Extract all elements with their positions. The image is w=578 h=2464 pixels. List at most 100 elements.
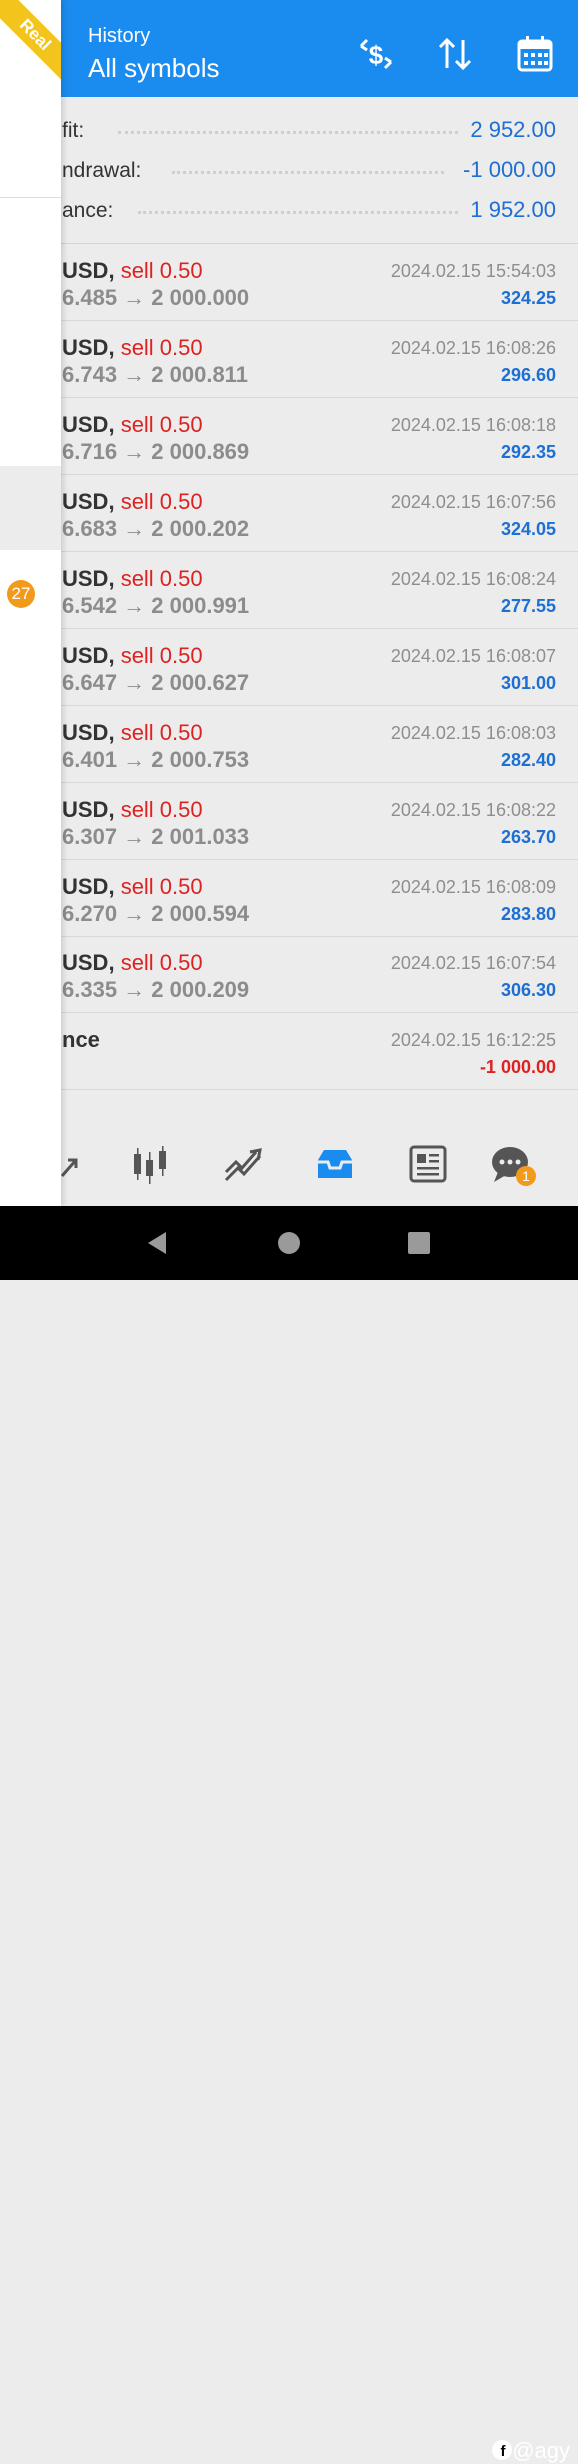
deal-row[interactable]: USD, sell 0.50 6.485 → 2 000.000 2024.02… (0, 244, 578, 321)
deal-type: sell 0.50 (120, 797, 203, 822)
dotted-leader (118, 131, 458, 137)
deal-date: 2024.02.15 16:07:56 (390, 492, 556, 512)
profit-label: fit: (62, 119, 85, 142)
watermark-text: @agy (512, 2438, 570, 2463)
deal-prices: 6.270 → 2 000.594 (62, 901, 250, 926)
calendar-icon[interactable] (515, 34, 555, 74)
chat-badge-count: 1 (522, 1168, 530, 1184)
deal-date: 2024.02.15 16:08:26 (390, 338, 556, 358)
withdrawal-value: -1 000.00 (463, 157, 556, 182)
deal-row[interactable]: USD, sell 0.50 6.542 → 2 000.991 2024.02… (0, 552, 578, 629)
facebook-watermark: f @agy (492, 2438, 570, 2464)
deal-row[interactable]: USD, sell 0.50 6.683 → 2 000.202 2024.02… (0, 475, 578, 552)
balance-label: ance: (62, 199, 114, 222)
deal-profit: 296.60 (500, 365, 556, 385)
drawer-divider (0, 197, 61, 198)
deal-profit: 282.40 (500, 750, 556, 770)
deal-prices: 6.716 → 2 000.869 (62, 439, 250, 464)
deal-date: 2024.02.15 16:08:18 (390, 415, 556, 435)
deal-profit: 324.25 (500, 288, 556, 308)
deal-symbol: USD, sell 0.50 (62, 643, 203, 668)
deal-type: sell 0.50 (120, 335, 203, 360)
deal-prices: 6.401 → 2 000.753 (62, 747, 250, 772)
balance-op-date: 2024.02.15 16:12:25 (390, 1030, 556, 1050)
balance-operation-row[interactable]: nce 2024.02.15 16:12:25 -1 000.00 (0, 1013, 578, 1090)
deal-prices: 6.335 → 2 000.209 (62, 977, 250, 1002)
top-app-bar: History All symbols $ (0, 0, 578, 97)
profit-row: fit: 2 952.00 (0, 111, 578, 151)
deal-type: sell 0.50 (120, 643, 203, 668)
balance-row: ance: 1 952.00 (0, 191, 578, 231)
deal-profit: 306.30 (500, 980, 556, 1000)
deal-symbol: USD, sell 0.50 (62, 335, 203, 360)
deal-date: 2024.02.15 16:08:09 (390, 877, 556, 897)
deal-type: sell 0.50 (120, 950, 203, 975)
deal-prices: 6.542 → 2 000.991 (62, 593, 250, 618)
dotted-leader (138, 211, 458, 217)
news-icon[interactable] (402, 1142, 452, 1186)
balance-op-label: nce (62, 1027, 100, 1052)
deal-prices: 6.647 → 2 000.627 (62, 670, 250, 695)
drawer-selected-item[interactable] (0, 466, 61, 550)
deal-prices: 6.743 → 2 000.811 (62, 362, 248, 387)
deal-date: 2024.02.15 16:08:24 (390, 569, 556, 589)
deal-row[interactable]: USD, sell 0.50 6.743 → 2 000.811 2024.02… (0, 321, 578, 398)
deal-profit: 263.70 (500, 827, 556, 847)
side-drawer: Real 27 (0, 0, 61, 1206)
ribbon-label: Real (15, 15, 55, 55)
balance-op-amount: -1 000.00 (479, 1057, 556, 1077)
deal-symbol: USD, sell 0.50 (62, 797, 203, 822)
deal-profit: 292.35 (500, 442, 556, 462)
withdrawal-label: ndrawal: (62, 159, 142, 182)
exchange-dollar-icon[interactable]: $ (356, 34, 396, 74)
withdrawal-row: ndrawal: -1 000.00 (0, 151, 578, 191)
svg-text:$: $ (369, 40, 384, 70)
deal-date: 2024.02.15 16:08:22 (390, 800, 556, 820)
deal-symbol: USD, sell 0.50 (62, 489, 203, 514)
deal-symbol: USD, sell 0.50 (62, 874, 203, 899)
deal-row[interactable]: USD, sell 0.50 6.647 → 2 000.627 2024.02… (0, 629, 578, 706)
trend-chart-icon[interactable] (218, 1142, 268, 1186)
deal-profit: 324.05 (500, 519, 556, 539)
recents-icon[interactable] (408, 1232, 430, 1254)
deal-row[interactable]: USD, sell 0.50 6.270 → 2 000.594 2024.02… (0, 860, 578, 937)
deal-type: sell 0.50 (120, 720, 203, 745)
deal-date: 2024.02.15 16:07:54 (390, 953, 556, 973)
deal-profit: 277.55 (500, 596, 556, 616)
chat-icon[interactable]: 1 (488, 1142, 538, 1186)
deal-type: sell 0.50 (120, 489, 203, 514)
deal-profit: 301.00 (500, 673, 556, 693)
home-icon[interactable] (277, 1231, 301, 1255)
deal-symbol: USD, sell 0.50 (62, 950, 203, 975)
deal-prices: 6.485 → 2 000.000 (62, 285, 250, 310)
deal-row[interactable]: USD, sell 0.50 6.335 → 2 000.209 2024.02… (0, 936, 578, 1013)
candlestick-chart-icon[interactable] (126, 1142, 176, 1186)
deal-type: sell 0.50 (120, 412, 203, 437)
screen-title: History (88, 25, 151, 47)
deal-prices: 6.683 → 2 000.202 (62, 516, 250, 541)
deal-type: sell 0.50 (120, 874, 203, 899)
deal-row[interactable]: USD, sell 0.50 6.307 → 2 001.033 2024.02… (0, 783, 578, 860)
balance-value: 1 952.00 (470, 197, 556, 222)
sort-icon[interactable] (435, 34, 475, 74)
deal-type: sell 0.50 (120, 566, 203, 591)
symbol-filter[interactable]: All symbols (88, 53, 219, 84)
deal-symbol: USD, sell 0.50 (62, 720, 203, 745)
dotted-leader (172, 171, 444, 177)
notification-badge: 27 (7, 580, 35, 608)
facebook-icon: f (492, 2440, 513, 2460)
deal-date: 2024.02.15 16:08:03 (390, 723, 556, 743)
real-account-ribbon: Real (0, 0, 61, 90)
bottom-navigation: 1 (0, 1128, 578, 1206)
history-summary: fit: 2 952.00 ndrawal: -1 000.00 ance: 1… (0, 97, 578, 244)
deal-date: 2024.02.15 15:54:03 (390, 261, 556, 281)
system-navigation-bar: f @agy (0, 1206, 578, 2463)
back-icon[interactable] (144, 1230, 170, 1256)
history-inbox-icon[interactable] (310, 1142, 360, 1186)
deal-prices: 6.307 → 2 001.033 (62, 824, 250, 849)
deal-symbol: USD, sell 0.50 (62, 258, 203, 283)
deal-row[interactable]: USD, sell 0.50 6.401 → 2 000.753 2024.02… (0, 706, 578, 783)
deal-profit: 283.80 (500, 904, 556, 924)
deal-date: 2024.02.15 16:08:07 (390, 646, 556, 666)
deal-row[interactable]: USD, sell 0.50 6.716 → 2 000.869 2024.02… (0, 398, 578, 475)
